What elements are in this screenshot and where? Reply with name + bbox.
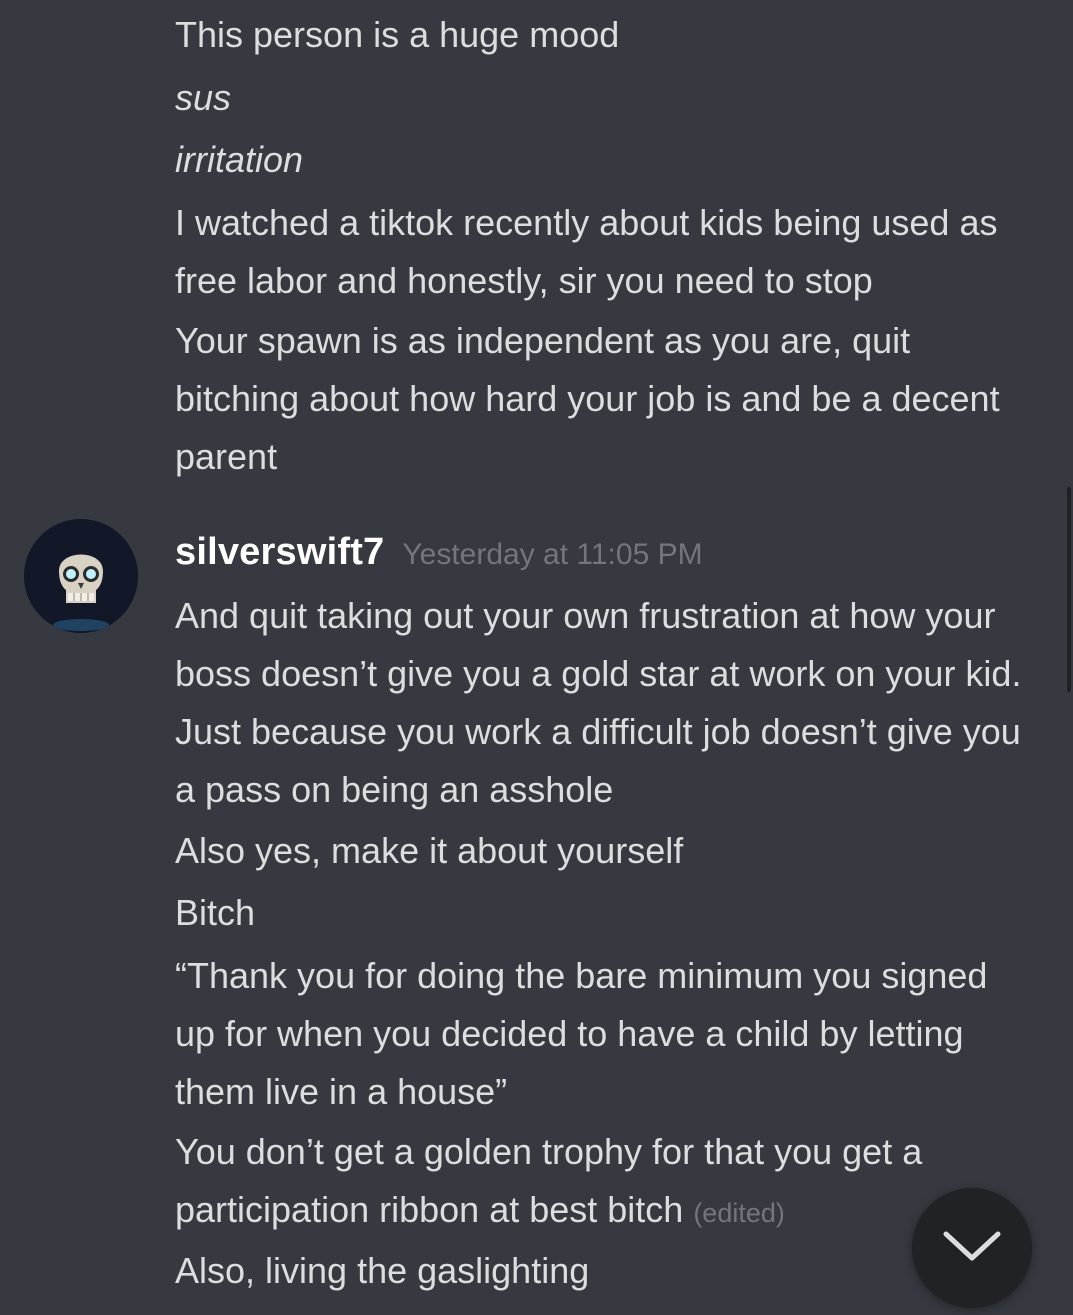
jump-to-present-button[interactable]	[912, 1188, 1032, 1308]
chevron-down-icon	[943, 1231, 1001, 1261]
chat-message: Your spawn is as independent as you are,…	[175, 320, 1000, 477]
timestamp: Yesterday at 11:05 PM	[402, 538, 703, 571]
edited-label: (edited)	[693, 1198, 785, 1228]
chat-message: You don’t get a golden trophy for that y…	[175, 1123, 1035, 1242]
message-text: You don’t get a golden trophy for that y…	[175, 1131, 923, 1230]
chat-message: irritation	[175, 139, 304, 180]
chat-message: Bitch	[175, 892, 256, 933]
chat-message: This person is a huge mood	[175, 14, 620, 55]
avatar[interactable]	[24, 519, 138, 633]
chat-message: Also, living the gaslighting	[175, 1250, 590, 1291]
scrollbar-thumb[interactable]	[1067, 487, 1071, 692]
chat-message: sus	[175, 77, 232, 118]
chat-message: “Thank you for doing the bare minimum yo…	[175, 955, 988, 1112]
username[interactable]: silverswift7	[175, 531, 384, 573]
message-header: silverswift7 Yesterday at 11:05 PM	[175, 522, 703, 582]
chat-message-list[interactable]: This person is a huge mood sus irritatio…	[0, 0, 1073, 1315]
chat-message: I watched a tiktok recently about kids b…	[175, 202, 998, 301]
chat-message: And quit taking out your own frustration…	[175, 595, 1022, 810]
chat-message: Also yes, make it about yourself	[175, 830, 684, 871]
skull-avatar-icon	[24, 519, 138, 633]
